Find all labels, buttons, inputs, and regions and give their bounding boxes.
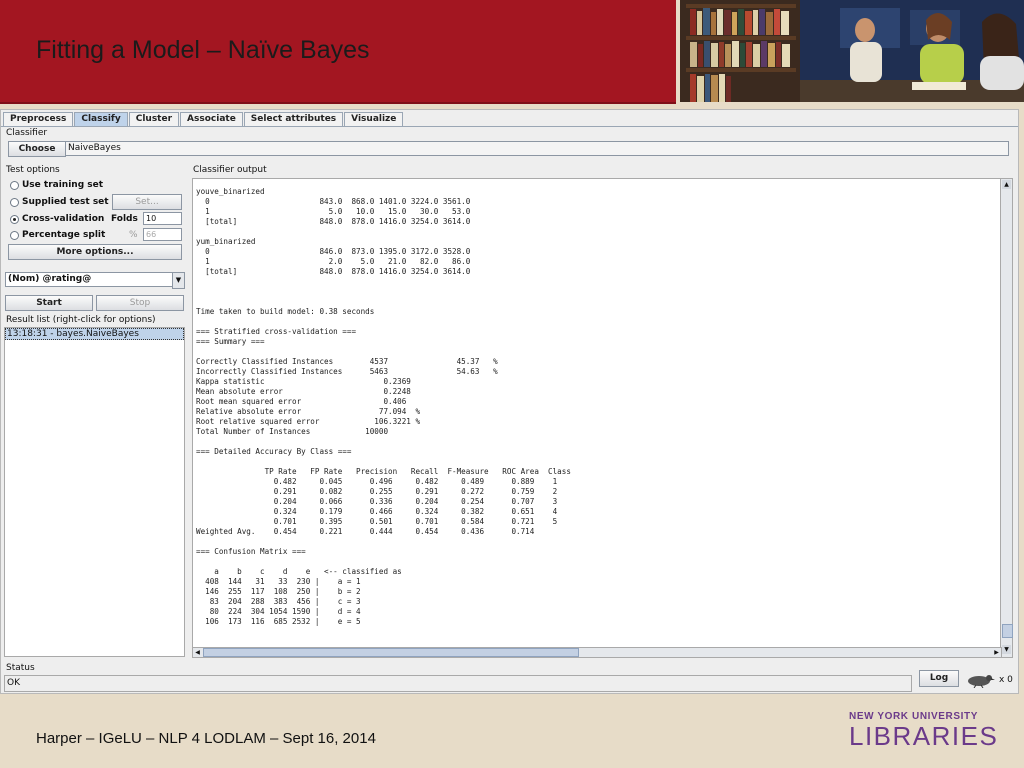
result-list: 13:18:31 - bayes.NaiveBayes xyxy=(4,327,185,657)
vertical-scroll-thumb[interactable] xyxy=(1002,624,1013,638)
classifier-output-text: youve_binarized 0 843.0 868.0 1401.0 322… xyxy=(196,187,571,626)
slide-header: Fitting a Model – Naïve Bayes xyxy=(0,0,676,104)
tab-cluster[interactable]: Cluster xyxy=(128,112,180,126)
log-button[interactable]: Log xyxy=(919,670,959,687)
output-horizontal-scrollbar[interactable]: ◀ ▶ xyxy=(192,647,1002,658)
set-button[interactable]: Set... xyxy=(112,194,182,210)
weka-explorer: Preprocess Classify Cluster Associate Se… xyxy=(0,109,1019,694)
scroll-down-icon[interactable]: ▼ xyxy=(1002,645,1011,654)
tab-select-attributes[interactable]: Select attributes xyxy=(243,112,344,126)
chevron-down-icon[interactable]: ▼ xyxy=(172,272,185,289)
task-count: x 0 xyxy=(999,675,1013,685)
choose-button[interactable]: Choose xyxy=(8,141,66,157)
radio-cross-validation[interactable] xyxy=(10,215,19,224)
status-bar: OK xyxy=(4,675,912,692)
classifier-label: Classifier xyxy=(6,128,48,138)
result-list-label: Result list (right-click for options) xyxy=(6,315,156,325)
output-vertical-scrollbar[interactable]: ▲ ▼ xyxy=(1000,178,1013,658)
status-text: OK xyxy=(7,678,20,688)
radio-use-training[interactable] xyxy=(10,181,19,190)
classifier-field[interactable]: NaiveBayes xyxy=(65,141,1009,156)
tab-associate[interactable]: Associate xyxy=(180,112,243,126)
slide-footer: Harper – IGeLU – NLP 4 LODLAM – Sept 16,… xyxy=(36,730,376,747)
use-training-label: Use training set xyxy=(22,180,104,190)
library-photo-image xyxy=(680,0,1024,102)
tab-visualize[interactable]: Visualize xyxy=(344,112,404,126)
scroll-left-icon[interactable]: ◀ xyxy=(193,648,202,657)
cross-validation-label: Cross-validation xyxy=(22,214,105,224)
tab-divider xyxy=(1,126,1018,127)
tab-preprocess[interactable]: Preprocess xyxy=(3,112,74,126)
folds-input[interactable]: 10 xyxy=(143,212,182,225)
status-label: Status xyxy=(6,663,35,673)
class-select[interactable]: (Nom) @rating@ xyxy=(5,272,177,287)
percentage-split-label: Percentage split xyxy=(22,230,106,240)
scroll-right-icon[interactable]: ▶ xyxy=(992,648,1001,657)
supplied-test-label: Supplied test set xyxy=(22,197,109,207)
percent-sign: % xyxy=(129,230,138,240)
tab-bar: Preprocess Classify Cluster Associate Se… xyxy=(3,112,404,126)
radio-percentage-split[interactable] xyxy=(10,231,19,240)
folds-label: Folds xyxy=(111,214,138,224)
more-options-button[interactable]: More options... xyxy=(8,244,182,260)
classifier-output-label: Classifier output xyxy=(193,165,267,175)
library-photo xyxy=(680,0,1024,102)
horizontal-scroll-thumb[interactable] xyxy=(203,648,579,657)
scroll-up-icon[interactable]: ▲ xyxy=(1002,180,1011,189)
result-item[interactable]: 13:18:31 - bayes.NaiveBayes xyxy=(5,328,184,340)
radio-supplied-test[interactable] xyxy=(10,198,19,207)
nyu-libraries-logo: NEW YORK UNIVERSITY LIBRARIES xyxy=(849,711,998,750)
weka-bird-svg xyxy=(968,675,995,689)
classifier-output: youve_binarized 0 843.0 868.0 1401.0 322… xyxy=(192,178,1002,648)
start-button[interactable]: Start xyxy=(5,295,93,311)
percent-input[interactable]: 66 xyxy=(143,228,182,241)
test-options-label: Test options xyxy=(6,165,60,175)
logo-main-text: LIBRARIES xyxy=(849,721,999,751)
weka-bird-icon xyxy=(965,672,995,689)
tab-classify[interactable]: Classify xyxy=(74,112,128,126)
stop-button[interactable]: Stop xyxy=(96,295,184,311)
slide-title: Fitting a Model – Naïve Bayes xyxy=(36,36,370,64)
